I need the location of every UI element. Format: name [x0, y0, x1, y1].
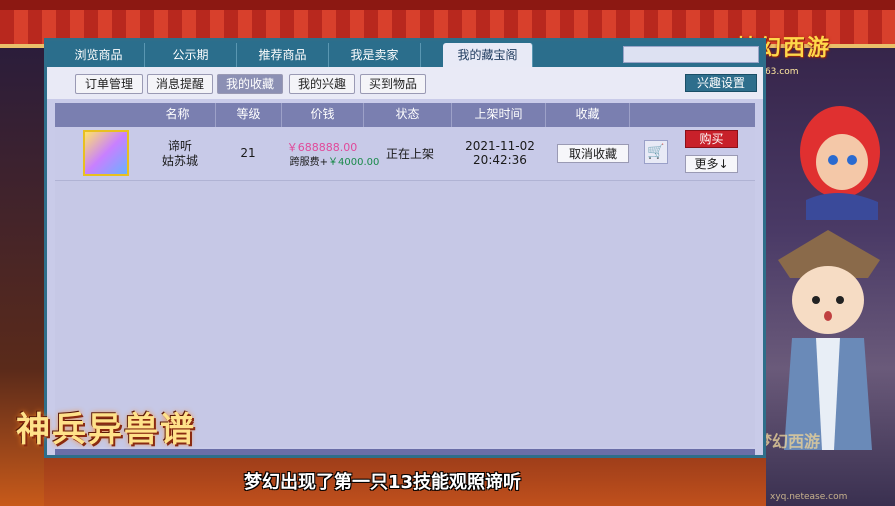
shopping-cart-icon[interactable]: 🛒 — [644, 140, 668, 164]
favorites-table: 谛听 姑苏城 21 ￥688888.00 跨服费+ ￥4000.00 正在上架 … — [55, 127, 755, 447]
subtab-order-management[interactable]: 订单管理 — [75, 74, 143, 94]
column-header-level: 等级 — [216, 103, 282, 127]
tab-recommended[interactable]: 推荐商品 — [237, 43, 329, 67]
table-row: 谛听 姑苏城 21 ￥688888.00 跨服费+ ￥4000.00 正在上架 … — [55, 127, 755, 181]
table-header: 名称 等级 价钱 状态 上架时间 收藏 — [55, 103, 755, 127]
item-server: 姑苏城 — [161, 154, 198, 168]
main-tab-bar: 浏览商品 公示期 推荐商品 我是卖家 我的藏宝阁 — [47, 41, 763, 67]
cancel-favorite-button[interactable]: 取消收藏 — [557, 144, 629, 163]
subtab-my-interests[interactable]: 我的兴趣 — [289, 74, 355, 94]
cross-server-fee-label: 跨服费+ — [289, 157, 328, 168]
search-input[interactable] — [623, 46, 759, 63]
treasure-pavilion-window: 浏览商品 公示期 推荐商品 我是卖家 我的藏宝阁 订单管理 消息提醒 我的收藏 … — [44, 38, 766, 458]
column-header-price: 价钱 — [282, 103, 364, 127]
sub-tab-bar: 订单管理 消息提醒 我的收藏 我的兴趣 买到物品 兴趣设置 — [47, 67, 763, 99]
interest-settings-button[interactable]: 兴趣设置 — [685, 74, 757, 92]
roof-eave — [0, 0, 895, 10]
video-caption: 梦幻出现了第一只13技能观照谛听 — [244, 472, 522, 493]
pet-item-icon[interactable] — [83, 130, 129, 176]
tab-my-treasure-pavilion[interactable]: 我的藏宝阁 — [443, 43, 533, 67]
column-header-status: 状态 — [364, 103, 452, 127]
watermark-url: xyq.netease.com — [770, 492, 848, 502]
cross-server-fee-value: ￥4000.00 — [328, 157, 380, 168]
item-level: 21 — [240, 146, 256, 160]
column-header-name: 名称 — [140, 103, 216, 127]
column-header-favorite: 收藏 — [546, 103, 630, 127]
more-button[interactable]: 更多↓ — [685, 155, 738, 173]
tab-seller[interactable]: 我是卖家 — [329, 43, 421, 67]
column-header-list-time: 上架时间 — [452, 103, 546, 127]
tab-public-period[interactable]: 公示期 — [145, 43, 237, 67]
item-status: 正在上架 — [385, 147, 434, 161]
subtab-my-favorites[interactable]: 我的收藏 — [217, 74, 283, 94]
item-list-time: 20:42:36 — [473, 153, 527, 167]
watermark-logo: 梦幻西游 — [756, 432, 821, 451]
item-list-date: 2021-11-02 — [465, 139, 535, 153]
subtab-message-alerts[interactable]: 消息提醒 — [147, 74, 213, 94]
red-hair-character-illustration — [800, 106, 880, 220]
buy-button[interactable]: 购买 — [685, 130, 738, 148]
video-title-banner: 神兵异兽谱 — [16, 410, 196, 450]
chibi-character-illustration — [778, 230, 880, 450]
tab-browse-items[interactable]: 浏览商品 — [53, 43, 145, 67]
subtab-purchased-items[interactable]: 买到物品 — [360, 74, 426, 94]
